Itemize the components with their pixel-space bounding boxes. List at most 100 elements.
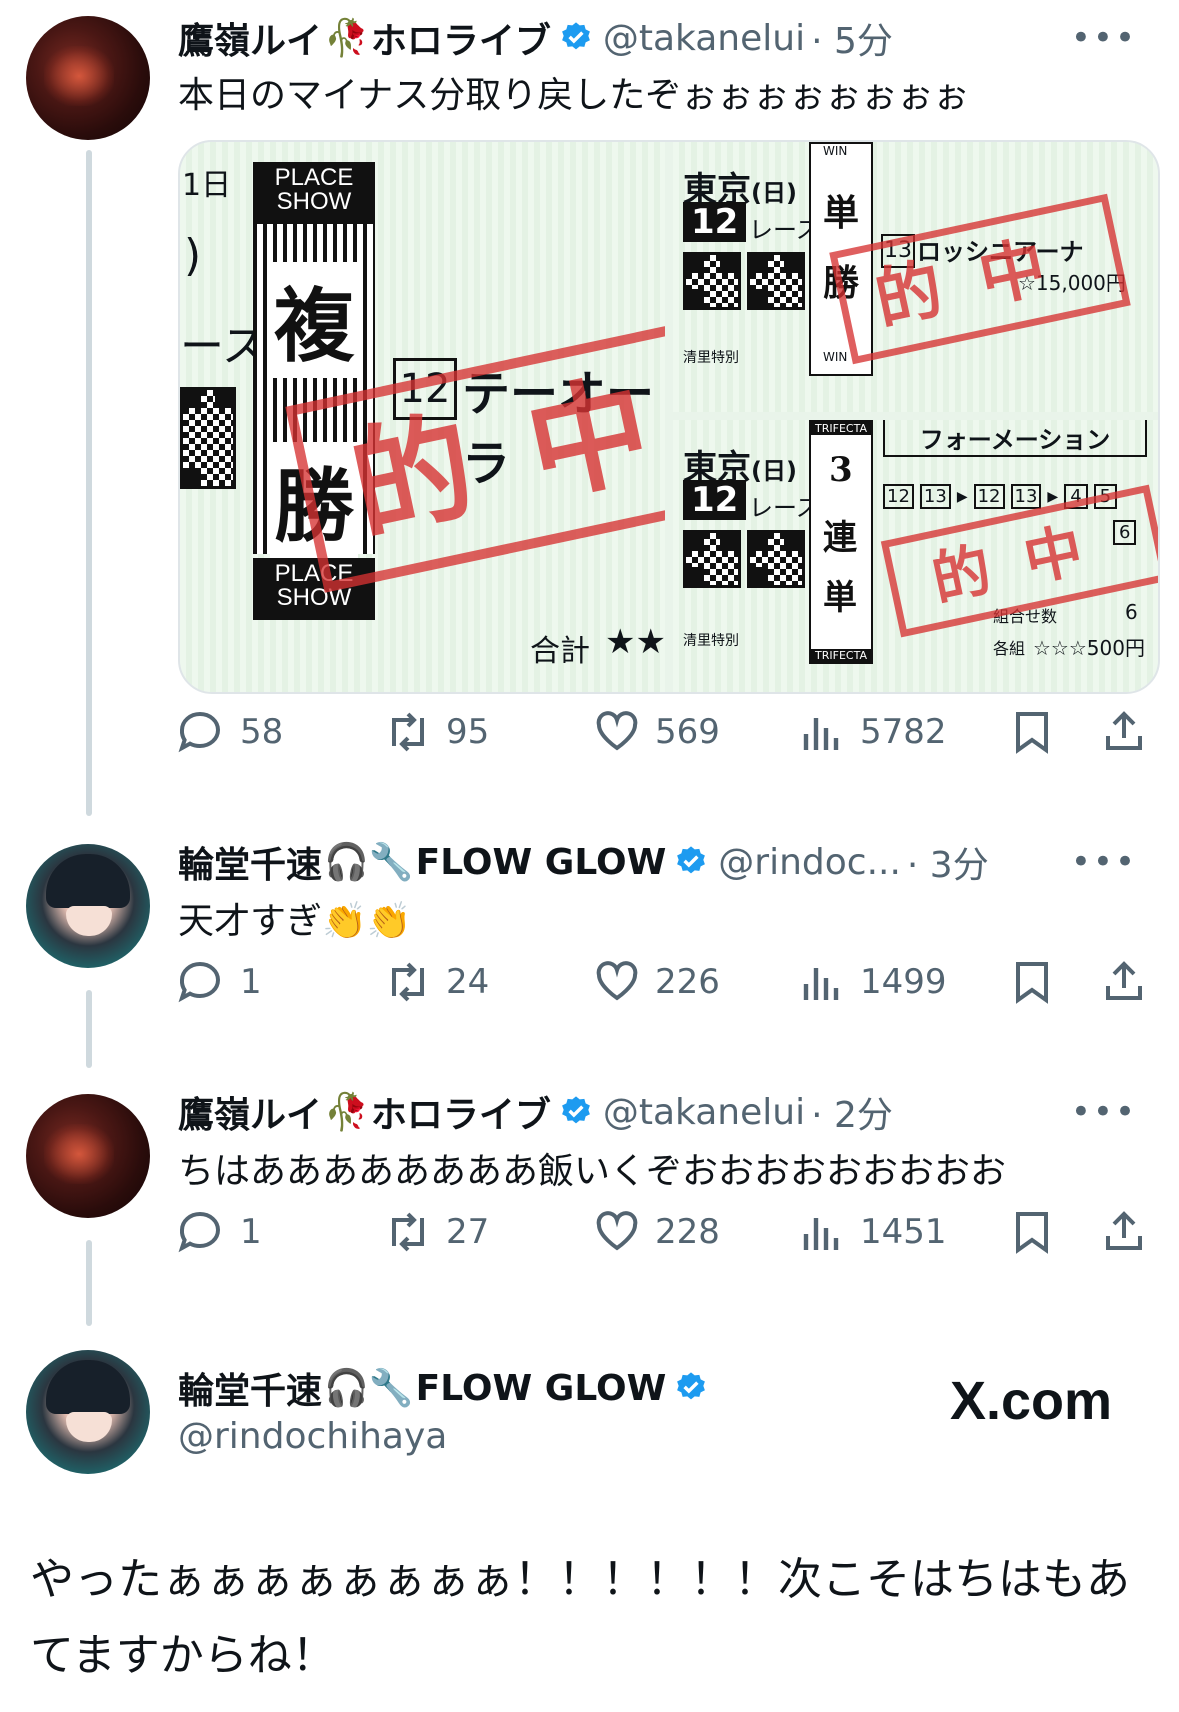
- bookmark-button[interactable]: [1008, 1208, 1070, 1256]
- post-media[interactable]: 1日 ) ース PLACE SHOW 複 勝 PLACE SHOW 12 テーオ…: [178, 140, 1160, 694]
- race-number: 12: [683, 202, 747, 242]
- reply-button[interactable]: 1: [178, 958, 262, 1006]
- bookmark-button[interactable]: [1008, 708, 1070, 756]
- user-handle[interactable]: @rindoc...: [718, 842, 901, 883]
- reply-icon: [178, 712, 220, 753]
- like-button[interactable]: 228: [593, 1208, 720, 1256]
- trifecta-label: TRIFECTA: [811, 422, 871, 435]
- more-options-icon[interactable]: •••: [1071, 1092, 1137, 1132]
- repost-button[interactable]: 24: [384, 958, 489, 1006]
- views-button[interactable]: 5782: [798, 708, 947, 756]
- verified-badge-icon: [677, 846, 706, 874]
- display-name-suffix[interactable]: ホロライブ: [371, 12, 551, 64]
- rose-emoji: 🥀: [324, 1092, 369, 1133]
- display-name[interactable]: 鷹嶺ルイ: [178, 1086, 322, 1138]
- repost-button[interactable]: 95: [384, 708, 489, 756]
- reply-icon: [178, 1212, 220, 1253]
- share-button[interactable]: [1100, 1208, 1162, 1256]
- headphones-wrench-emoji: 🎧🔧: [324, 1368, 414, 1409]
- horse-number: 12: [973, 484, 1005, 509]
- reply-count: 1: [240, 1212, 262, 1252]
- bookmark-button[interactable]: [1008, 958, 1070, 1006]
- qr-code: [747, 252, 805, 310]
- each-label: 各組: [993, 639, 1026, 658]
- qr-code: [683, 530, 741, 588]
- display-name[interactable]: 鷹嶺ルイ: [178, 12, 322, 64]
- action-bar: 1 24 226 1499: [178, 958, 1149, 1018]
- race-note: 清里特別: [683, 350, 739, 366]
- user-handle[interactable]: @rindochihaya: [178, 1416, 447, 1457]
- race-note: 清里特別: [683, 633, 739, 649]
- rose-emoji: 🥀: [324, 18, 369, 59]
- display-name-suffix[interactable]: FLOW GLOW: [416, 842, 667, 883]
- total-stars: ★★: [605, 622, 665, 662]
- user-handle[interactable]: @takanelui: [603, 1092, 805, 1133]
- trifecta-column: TRIFECTA 3 連 単 TRIFECTA: [809, 420, 873, 664]
- heart-icon: [596, 1211, 638, 1251]
- views-icon: [803, 968, 839, 1000]
- horse-number: 12: [883, 484, 914, 509]
- bookmark-icon: [1016, 712, 1048, 754]
- repost-icon: [392, 1212, 424, 1252]
- like-count: 228: [655, 1212, 720, 1252]
- reply-count: 58: [240, 712, 284, 752]
- horse-number: 13: [919, 484, 951, 509]
- share-icon: [1106, 961, 1142, 1000]
- views-icon: [803, 1218, 839, 1250]
- repost-count: 24: [446, 962, 490, 1002]
- headphones-wrench-emoji: 🎧🔧: [324, 842, 414, 883]
- repost-count: 95: [446, 712, 490, 752]
- views-button[interactable]: 1451: [798, 1208, 947, 1256]
- trifecta-label: TRIFECTA: [811, 649, 871, 662]
- display-name-suffix[interactable]: FLOW GLOW: [416, 1368, 667, 1409]
- repost-icon: [392, 712, 424, 752]
- share-button[interactable]: [1100, 708, 1162, 756]
- more-options-icon[interactable]: •••: [1071, 18, 1137, 58]
- action-bar: 58 95 569 5782: [178, 708, 1149, 768]
- post-text: ちはああああああああ飯いくぞおおおおおおおおお: [178, 1151, 1007, 1192]
- heart-icon: [596, 961, 638, 1001]
- display-name[interactable]: 輪堂千速: [178, 1362, 322, 1414]
- timestamp[interactable]: · 5分: [811, 12, 893, 64]
- qr-code: [747, 530, 805, 588]
- reply-button[interactable]: 1: [178, 1208, 262, 1256]
- avatar[interactable]: [26, 16, 150, 140]
- bookmark-icon: [1016, 1212, 1048, 1254]
- avatar[interactable]: [26, 1350, 150, 1474]
- share-icon: [1106, 711, 1142, 750]
- avatar[interactable]: [26, 1094, 150, 1218]
- thread-line: [86, 1240, 92, 1326]
- verified-badge-icon: [561, 1096, 590, 1124]
- avatar[interactable]: [26, 844, 150, 968]
- repost-count: 27: [446, 1212, 490, 1252]
- bet-type-kanji: 単: [823, 192, 860, 234]
- win-label: WIN: [823, 350, 848, 364]
- horse-number: 13: [1010, 484, 1042, 509]
- share-button[interactable]: [1100, 958, 1162, 1006]
- display-name[interactable]: 輪堂千速: [178, 836, 322, 888]
- race-day: (日): [751, 457, 797, 485]
- repost-button[interactable]: 27: [384, 1208, 489, 1256]
- like-button[interactable]: 226: [593, 958, 720, 1006]
- display-name-suffix[interactable]: ホロライブ: [371, 1086, 551, 1138]
- place-show-label: PLACE SHOW: [253, 162, 375, 224]
- post-header: 輪堂千速 🎧🔧 FLOW GLOW: [178, 1362, 718, 1414]
- reply-button[interactable]: 58: [178, 708, 283, 756]
- action-bar: 1 27 228 1451: [178, 1208, 1149, 1268]
- race-number: 12: [683, 480, 747, 520]
- post-text: 天才すぎ👏👏: [178, 901, 412, 942]
- more-options-icon[interactable]: •••: [1071, 842, 1137, 882]
- user-handle[interactable]: @takanelui: [603, 18, 805, 59]
- timestamp[interactable]: · 3分: [907, 836, 989, 888]
- thread-line: [86, 990, 92, 1068]
- bet-type-kanji: 複: [270, 262, 358, 378]
- views-button[interactable]: 1499: [798, 958, 947, 1006]
- x-com-logo: X.com: [950, 1371, 1113, 1431]
- repost-icon: [392, 962, 424, 1002]
- like-button[interactable]: 569: [593, 708, 720, 756]
- ticket-paren: ): [184, 230, 202, 281]
- view-count: 5782: [860, 712, 947, 752]
- views-icon: [803, 718, 839, 750]
- ticket-win: 東京(日) 12 レース 清里特別 WIN 単 勝 WIN 13 ロッシニアーナ…: [673, 142, 1158, 412]
- timestamp[interactable]: · 2分: [811, 1086, 893, 1138]
